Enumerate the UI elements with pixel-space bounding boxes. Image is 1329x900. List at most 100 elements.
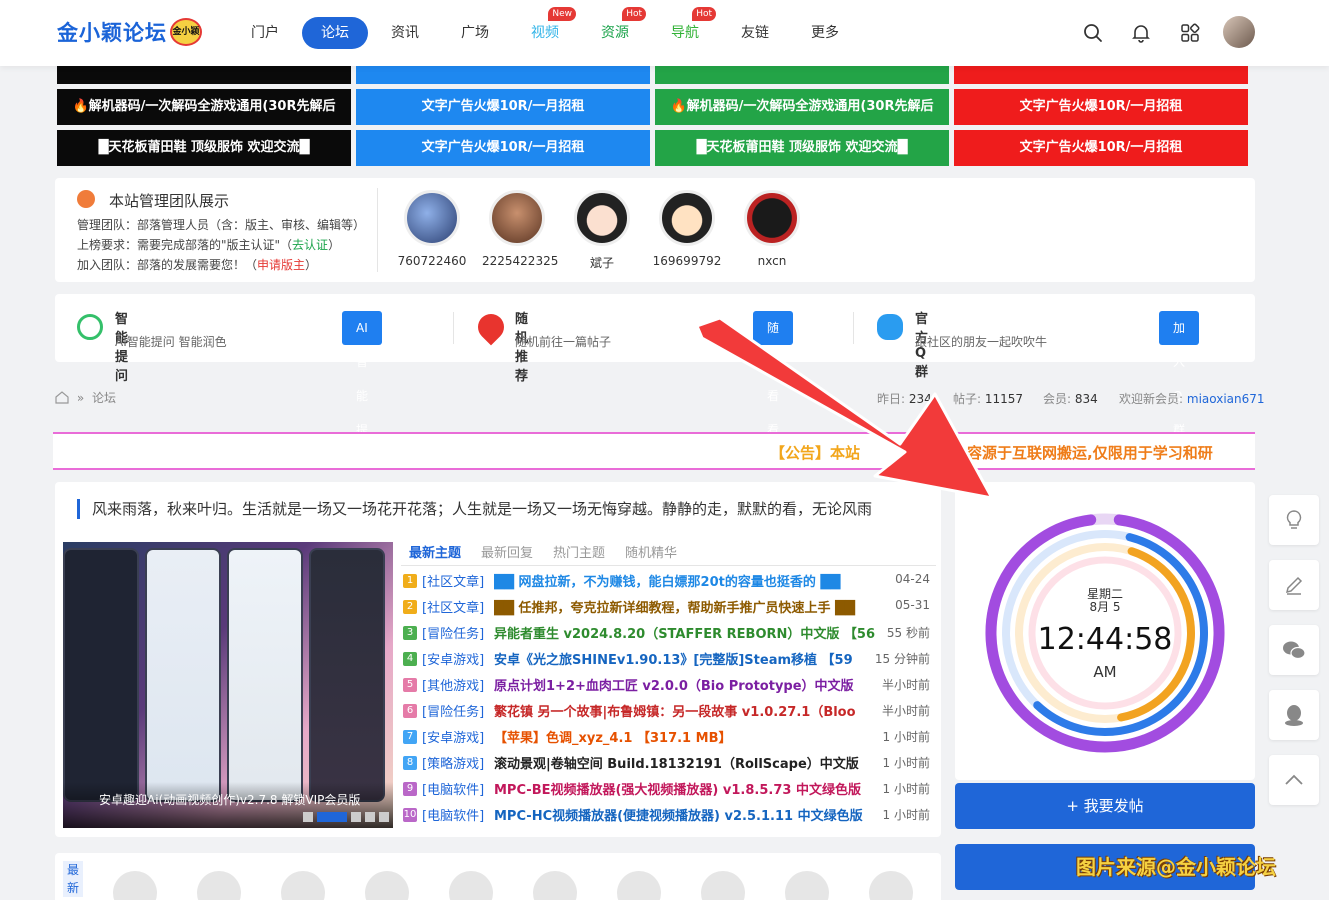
lightbulb-icon[interactable] xyxy=(1269,495,1319,545)
bell-icon[interactable] xyxy=(1124,16,1158,50)
topic-row[interactable]: 2 [社区文章] ██ 任推邦，夸克拉新详细教程，帮助新手推广员快速上手 ██ 05-… xyxy=(401,595,936,621)
slider-dot[interactable] xyxy=(365,812,375,822)
member-avatar[interactable] xyxy=(533,871,577,900)
home-icon[interactable] xyxy=(55,391,69,404)
ai-ask-button[interactable]: AI智能提问 xyxy=(342,311,382,471)
topic-row[interactable]: 7 [安卓游戏] 【苹果】色调_xyz_4.1 【317.1 MB】 1 小时前 xyxy=(401,725,936,751)
nav-portal[interactable]: 门户 xyxy=(248,17,282,49)
topic-title[interactable]: ██ 任推邦，夸克拉新详细教程，帮助新手推广员快速上手 ██ xyxy=(494,597,879,616)
member-avatar[interactable] xyxy=(365,871,409,900)
team-member[interactable]: 斌子 xyxy=(567,190,637,271)
nav-links[interactable]: 友链 xyxy=(738,17,772,49)
ad-link[interactable]: 文字广告火爆10R/一月招租 xyxy=(356,130,650,166)
ad-link[interactable]: █天花板莆田鞋 顶级服饰 欢迎交流█ xyxy=(57,130,351,166)
member-avatar[interactable] xyxy=(281,871,325,900)
slider-dot[interactable] xyxy=(351,812,361,822)
topic-category[interactable]: [社区文章] xyxy=(422,597,484,616)
slider-dot[interactable] xyxy=(303,812,313,822)
back-to-top-icon[interactable] xyxy=(1269,755,1319,805)
random-browse-button[interactable]: 随便看看 xyxy=(753,311,794,437)
certify-link[interactable]: 去认证 xyxy=(292,238,328,252)
member-avatar xyxy=(489,190,545,246)
user-avatar[interactable] xyxy=(1223,16,1255,48)
topic-category[interactable]: [策略游戏] xyxy=(422,753,484,772)
member-avatar[interactable] xyxy=(449,871,493,900)
topic-title[interactable]: 滚动景观|卷轴空间 Build.18132191（RollScape）中文版 xyxy=(494,753,879,772)
topic-title[interactable]: 异能者重生 v2024.8.20（STAFFER REBORN）中文版 【56 xyxy=(494,623,879,642)
topic-title[interactable]: MPC-HC视频播放器(便捷视频播放器) v2.5.1.11 中文绿色版 xyxy=(494,805,879,824)
slider-caption[interactable]: 安卓趣迎Ai(动画视频创作)v2.7.8 解锁VIP会员版 xyxy=(99,791,360,808)
feature-subtitle: 随机前往一篇帖子 xyxy=(515,335,612,349)
clock-ampm: AM xyxy=(1093,663,1117,681)
topic-category[interactable]: [电脑软件] xyxy=(422,779,484,798)
site-logo[interactable]: 金小颖论坛 xyxy=(57,17,167,47)
topic-title[interactable]: 繁花镇 另一个故事|布鲁姆镇：另一段故事 v1.0.27.1（Bloo xyxy=(494,701,879,720)
topic-category[interactable]: [社区文章] xyxy=(422,571,484,590)
ad-link[interactable]: 🔥解机器码/一次解码全游戏通用(30R先解后 xyxy=(655,89,949,125)
topic-row[interactable]: 1 [社区文章] ██ 网盘拉新，不为赚钱，能白嫖那20t的容量也挺香的 ██ 04-… xyxy=(401,569,936,595)
topic-category[interactable]: [电脑软件] xyxy=(422,805,484,824)
topic-row[interactable]: 3 [冒险任务] 异能者重生 v2024.8.20（STAFFER REBORN）中… xyxy=(401,621,936,647)
member-avatar[interactable] xyxy=(113,871,157,900)
topic-category[interactable]: [安卓游戏] xyxy=(422,727,484,746)
nav-resources[interactable]: 资源 Hot xyxy=(598,7,646,49)
ad-link[interactable]: 文字广告火爆10R/一月招租 xyxy=(954,89,1248,125)
topic-category[interactable]: [冒险任务] xyxy=(422,623,484,642)
ad-link[interactable]: 文字广告火爆10R/一月招租 xyxy=(356,89,650,125)
apps-grid-icon[interactable] xyxy=(1173,16,1207,50)
slider-phone-image xyxy=(227,548,303,802)
topic-row[interactable]: 5 [其他游戏] 原点计划1+2+血肉工匠 v2.0.0（Bio Prototype… xyxy=(401,673,936,699)
tab-random-featured[interactable]: 随机精华 xyxy=(625,542,677,561)
image-slider[interactable]: 安卓趣迎Ai(动画视频创作)v2.7.8 解锁VIP会员版 xyxy=(63,542,393,828)
topic-category[interactable]: [冒险任务] xyxy=(422,701,484,720)
topic-title[interactable]: 安卓《光之旅SHINEv1.90.13》[完整版]Steam移植 【59 xyxy=(494,649,879,668)
ad-link[interactable]: 文字广告火爆10R/一月招租 xyxy=(954,130,1248,166)
topic-row[interactable]: 9 [电脑软件] MPC-BE视频播放器(强大视频播放器) v1.8.5.73 中文… xyxy=(401,777,936,803)
nav-square[interactable]: 广场 xyxy=(458,17,492,49)
topic-category[interactable]: [其他游戏] xyxy=(422,675,484,694)
tab-latest-replies[interactable]: 最新回复 xyxy=(481,542,533,561)
tab-hot-topics[interactable]: 热门主题 xyxy=(553,542,605,561)
team-member[interactable]: 760722460 xyxy=(397,190,467,268)
topic-title[interactable]: ██ 网盘拉新，不为赚钱，能白嫖那20t的容量也挺香的 ██ xyxy=(494,571,879,590)
topic-row[interactable]: 8 [策略游戏] 滚动景观|卷轴空间 Build.18132191（RollScap… xyxy=(401,751,936,777)
stat-members: 会员: 834 xyxy=(1043,392,1098,406)
topic-row[interactable]: 10 [电脑软件] MPC-HC视频播放器(便捷视频播放器) v2.5.1.11 中… xyxy=(401,803,936,829)
member-avatar[interactable] xyxy=(617,871,661,900)
topic-row[interactable]: 4 [安卓游戏] 安卓《光之旅SHINEv1.90.13》[完整版]Steam移植 … xyxy=(401,647,936,673)
wechat-icon[interactable] xyxy=(1269,625,1319,675)
topic-title[interactable]: MPC-BE视频播放器(强大视频播放器) v1.8.5.73 中文绿色版 xyxy=(494,779,879,798)
nav-forum[interactable]: 论坛 xyxy=(302,17,368,49)
member-avatar[interactable] xyxy=(869,871,913,900)
nav-video[interactable]: 视频 New xyxy=(528,7,576,49)
breadcrumb-current[interactable]: 论坛 xyxy=(92,391,116,405)
member-avatar[interactable] xyxy=(701,871,745,900)
team-member[interactable]: 2225422325 xyxy=(482,190,558,268)
ad-link[interactable]: █天花板莆田鞋 顶级服饰 欢迎交流█ xyxy=(655,130,949,166)
member-avatar[interactable] xyxy=(785,871,829,900)
notice-text[interactable]: 【公告】本站 内容源于互联网搬运,仅限用于学习和研 xyxy=(770,442,1213,463)
ad-link[interactable]: 🔥解机器码/一次解码全游戏通用(30R先解后 xyxy=(57,89,351,125)
topic-row[interactable]: 6 [冒险任务] 繁花镇 另一个故事|布鲁姆镇：另一段故事 v1.0.27.1（Bl… xyxy=(401,699,936,725)
edit-icon[interactable] xyxy=(1269,560,1319,610)
new-post-button[interactable]: + 我要发帖 xyxy=(955,783,1255,829)
join-qq-button[interactable]: 加入Q群 xyxy=(1159,311,1200,437)
tab-latest-topics[interactable]: 最新主题 xyxy=(409,542,461,561)
team-member[interactable]: nxcn xyxy=(737,190,807,268)
nav-more[interactable]: 更多 xyxy=(808,17,842,49)
clock-widget: 星期二 8月 5 12:44:58 AM xyxy=(955,482,1255,780)
member-avatar[interactable] xyxy=(197,871,241,900)
qq-icon[interactable] xyxy=(1269,690,1319,740)
topic-title[interactable]: 原点计划1+2+血肉工匠 v2.0.0（Bio Prototype）中文版 xyxy=(494,675,879,694)
slider-dot[interactable] xyxy=(317,812,347,822)
apply-moderator-link[interactable]: 申请版主 xyxy=(257,258,305,272)
nav-guide[interactable]: 导航 Hot xyxy=(668,7,716,49)
team-member[interactable]: 169699792 xyxy=(652,190,722,268)
topic-category[interactable]: [安卓游戏] xyxy=(422,649,484,668)
slider-dot[interactable] xyxy=(379,812,389,822)
new-member-link[interactable]: miaoxian671 xyxy=(1187,392,1265,406)
rank-badge: 3 xyxy=(403,626,417,640)
search-icon[interactable] xyxy=(1076,16,1110,50)
topic-title[interactable]: 【苹果】色调_xyz_4.1 【317.1 MB】 xyxy=(494,727,879,746)
nav-news[interactable]: 资讯 xyxy=(388,17,422,49)
